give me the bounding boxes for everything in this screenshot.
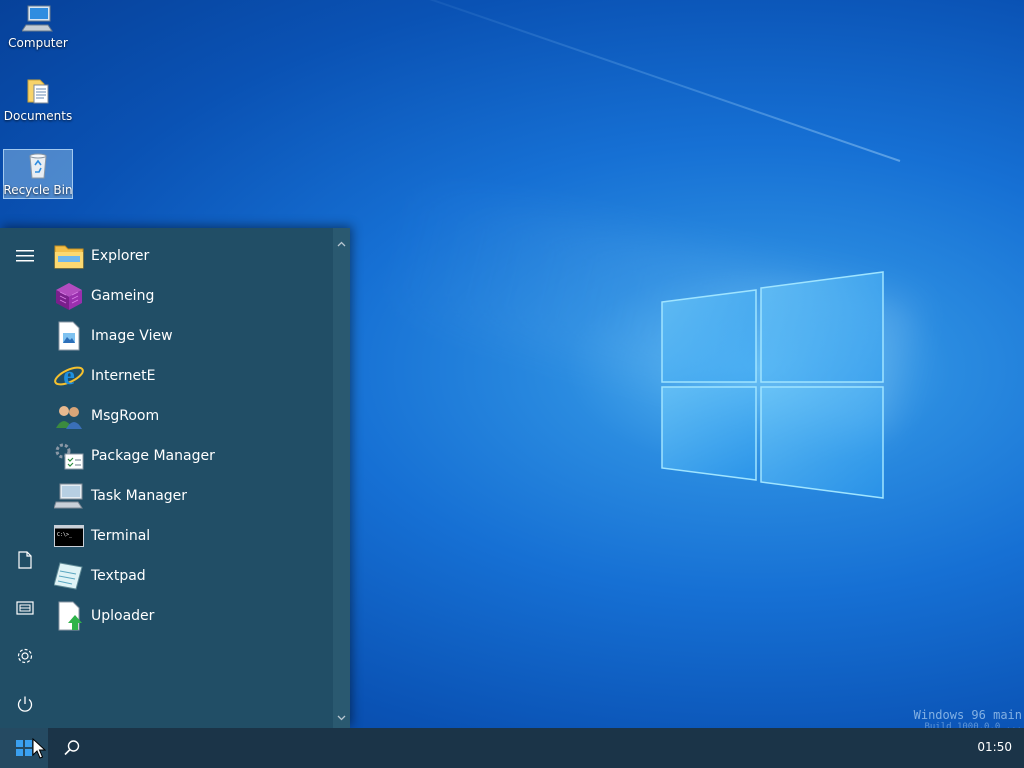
upload-icon bbox=[58, 601, 82, 631]
notepad-icon bbox=[54, 562, 83, 590]
hamburger-icon bbox=[16, 250, 34, 262]
image-file-icon bbox=[58, 321, 80, 351]
settings-icon bbox=[17, 648, 33, 664]
folder-icon bbox=[54, 245, 84, 269]
terminal-icon: C:\>_ bbox=[54, 525, 84, 547]
task-manager-icon bbox=[54, 483, 83, 509]
svg-text:C:\>_: C:\>_ bbox=[57, 532, 73, 538]
package-manager-icon bbox=[55, 443, 84, 470]
scroll-down-button[interactable] bbox=[333, 710, 350, 726]
app-label: Uploader bbox=[91, 608, 155, 624]
hamburger-button[interactable] bbox=[9, 240, 41, 272]
documents-button[interactable] bbox=[9, 544, 41, 576]
desktop-icon-label: Computer bbox=[8, 36, 68, 50]
app-label: Textpad bbox=[91, 568, 146, 584]
windows-logo bbox=[661, 271, 884, 499]
search-button[interactable] bbox=[50, 728, 94, 768]
start-menu-rail bbox=[0, 228, 50, 728]
mouse-cursor-icon bbox=[32, 738, 46, 759]
desktop-icon-label: Documents bbox=[3, 109, 73, 123]
app-list-scrollbar[interactable] bbox=[333, 228, 350, 728]
app-label: Explorer bbox=[91, 248, 150, 264]
app-item-textpad[interactable]: Textpad bbox=[50, 556, 332, 596]
documents-icon bbox=[27, 79, 49, 104]
internet-explorer-icon: e bbox=[54, 361, 84, 390]
pictures-button[interactable] bbox=[9, 592, 41, 624]
app-item-image-view[interactable]: Image View bbox=[50, 316, 332, 356]
start-menu: Explorer Gameing Image View e InternetE … bbox=[0, 228, 350, 728]
document-icon bbox=[18, 551, 32, 569]
app-list: Explorer Gameing Image View e InternetE … bbox=[50, 236, 332, 636]
cube-icon bbox=[56, 283, 82, 310]
app-item-msgroom[interactable]: MsgRoom bbox=[50, 396, 332, 436]
scroll-up-button[interactable] bbox=[333, 236, 350, 252]
wallpaper-beam bbox=[332, 0, 901, 162]
app-label: InternetE bbox=[91, 368, 156, 384]
app-item-package-manager[interactable]: Package Manager bbox=[50, 436, 332, 476]
recycle-bin-icon bbox=[29, 153, 47, 179]
app-label: Terminal bbox=[91, 528, 151, 544]
app-label: MsgRoom bbox=[91, 408, 160, 424]
taskbar: 01:50 bbox=[0, 728, 1024, 768]
power-button[interactable] bbox=[9, 688, 41, 720]
app-item-explorer[interactable]: Explorer bbox=[50, 236, 332, 276]
app-item-internete[interactable]: e InternetE bbox=[50, 356, 332, 396]
watermark-line-1: Windows 96 main bbox=[913, 708, 1022, 722]
chevron-up-icon bbox=[337, 241, 346, 247]
app-label: Package Manager bbox=[91, 448, 215, 464]
app-item-gameing[interactable]: Gameing bbox=[50, 276, 332, 316]
windows-start-icon bbox=[16, 740, 32, 756]
chevron-down-icon bbox=[337, 715, 346, 721]
desktop-icon-recycle-bin[interactable]: Recycle Bin bbox=[3, 149, 73, 199]
desktop-icon-label: Recycle Bin bbox=[3, 183, 73, 197]
app-label: Gameing bbox=[91, 288, 155, 304]
app-label: Image View bbox=[91, 328, 173, 344]
app-item-terminal[interactable]: C:\>_ Terminal bbox=[50, 516, 332, 556]
desktop-icon-documents[interactable]: Documents bbox=[3, 76, 73, 126]
taskbar-clock[interactable]: 01:50 bbox=[977, 740, 1012, 754]
pictures-icon bbox=[16, 601, 34, 615]
power-icon bbox=[17, 696, 33, 712]
search-icon bbox=[64, 740, 80, 756]
app-item-task-manager[interactable]: Task Manager bbox=[50, 476, 332, 516]
svg-text:e: e bbox=[63, 361, 75, 390]
desktop-icon-computer[interactable]: Computer bbox=[3, 3, 73, 53]
app-item-uploader[interactable]: Uploader bbox=[50, 596, 332, 636]
users-icon bbox=[56, 406, 82, 429]
app-label: Task Manager bbox=[91, 488, 188, 504]
settings-button[interactable] bbox=[9, 640, 41, 672]
computer-icon bbox=[22, 5, 53, 32]
